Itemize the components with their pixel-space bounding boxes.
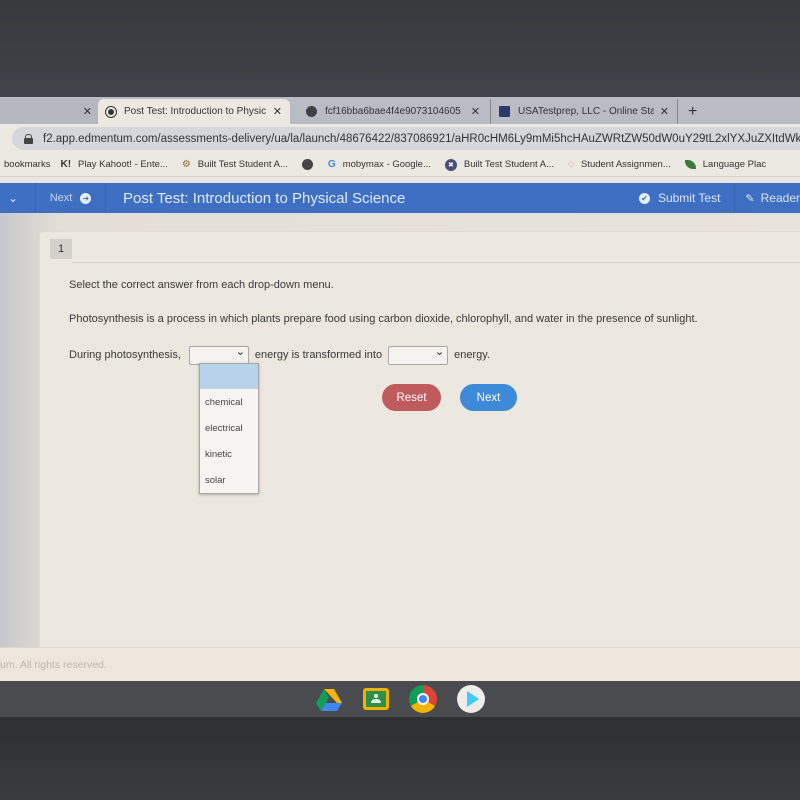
bookmark-label: Play Kahoot! - Ente... (78, 159, 168, 170)
check-circle-icon: ✔ (638, 192, 650, 204)
close-tab-icon[interactable]: ✕ (273, 105, 282, 118)
bookmark-label: bookmarks (4, 159, 51, 170)
question-instruction: Select the correct answer from each drop… (69, 279, 334, 291)
google-play-icon[interactable] (457, 685, 485, 713)
google-chrome-icon[interactable] (409, 685, 437, 713)
energy-source-dropdown[interactable] (188, 345, 249, 365)
lock-icon (24, 133, 33, 144)
header-next-button[interactable]: Next ➔ (36, 183, 106, 213)
dropdown-option[interactable]: chemical (200, 389, 258, 415)
close-tab-icon[interactable]: ✕ (471, 105, 480, 118)
footer: um. All rights reserved. (0, 647, 800, 681)
globe-icon (301, 159, 313, 170)
close-tab-icon[interactable]: ✕ (83, 105, 92, 118)
drive-logo (316, 689, 342, 711)
edmentum-icon (106, 106, 116, 117)
bookmark-label: mobymax - Google... (342, 159, 431, 170)
close-circle-icon: ✖ (444, 158, 457, 171)
bookmark-item[interactable]: ◌ Student Assignmen... (568, 159, 671, 170)
bookmark-item[interactable] (301, 159, 320, 170)
question-sentence: During photosynthesis, energy is transfo… (69, 344, 800, 366)
usatestprep-icon (499, 106, 510, 117)
chevron-down-icon: ⌄ (8, 191, 19, 205)
page-title: Post Test: Introduction to Physical Scie… (123, 189, 406, 207)
figure-icon: ⚙ (181, 159, 191, 170)
bookmark-item[interactable]: Language Plac (684, 159, 767, 170)
wrench-icon: ✎ (745, 192, 755, 205)
bookmark-label: Language Plac (702, 159, 767, 170)
submit-label: Submit Test (657, 191, 721, 205)
dropdown-options-list: chemical electrical kinetic solar (199, 363, 259, 494)
browser-tab[interactable]: fcf16bba6bae4f4e9073104605 ✕ (298, 99, 488, 124)
reader-button[interactable]: ✎ Reader (735, 183, 800, 213)
dropdown-option-blank[interactable] (200, 364, 258, 389)
bookmark-item[interactable]: ✖ Built Test Student A... (444, 158, 555, 171)
sentence-text: energy. (454, 349, 490, 361)
play-triangle (466, 691, 479, 707)
dropdown-option[interactable]: electrical (200, 415, 258, 441)
reader-label: Reader (760, 191, 800, 205)
new-tab-button[interactable]: + (688, 99, 697, 124)
arrow-right-circle-icon: ➔ (80, 192, 92, 204)
sentence-text: During photosynthesis, (69, 349, 181, 361)
address-bar[interactable]: f2.app.edmentum.com/assessments-delivery… (12, 127, 800, 150)
next-button[interactable]: Next (460, 384, 517, 411)
menu-toggle-button[interactable]: ⌄ (0, 183, 36, 213)
google-icon: G (327, 159, 336, 170)
energy-result-dropdown[interactable] (388, 345, 449, 365)
bookmark-item[interactable]: G mobymax - Google... (328, 159, 431, 170)
monitor-bezel-bottom (0, 717, 800, 800)
globe-icon (306, 106, 317, 117)
bookmark-item[interactable]: K! Play Kahoot! - Ente... (60, 159, 167, 170)
dropdown-option[interactable]: solar (200, 467, 258, 493)
bookmark-label: Built Test Student A... (197, 159, 288, 170)
leaf-icon (684, 160, 696, 169)
bookmarks-bar: bookmarks K! Play Kahoot! - Ente... ⚙ Bu… (0, 153, 800, 177)
bookmark-item[interactable]: ⚙ Built Test Student A... (182, 159, 288, 170)
reset-button[interactable]: Reset (382, 384, 441, 411)
browser-tab-strip: ✕ Post Test: Introduction to Physic ✕ fc… (0, 97, 800, 124)
bookmark-label: Built Test Student A... (463, 159, 555, 170)
question-passage: Photosynthesis is a process in which pla… (69, 313, 698, 325)
url-text: f2.app.edmentum.com/assessments-delivery… (43, 132, 800, 145)
monitor-bezel-top (0, 0, 800, 97)
question-card (39, 231, 800, 661)
screen: ✕ Post Test: Introduction to Physic ✕ fc… (0, 97, 800, 717)
assessment-header: ⌄ Next ➔ Post Test: Introduction to Phys… (0, 183, 800, 213)
spinner-icon: ◌ (568, 159, 574, 170)
close-tab-icon[interactable]: ✕ (660, 105, 669, 118)
kahoot-icon: K! (60, 159, 72, 170)
divider (72, 262, 800, 263)
browser-tab[interactable]: ✕ (0, 99, 98, 124)
tab-title: fcf16bba6bae4f4e9073104605 (325, 106, 461, 117)
bookmark-label: Student Assignmen... (580, 159, 671, 170)
submit-test-button[interactable]: ✔ Submit Test (625, 183, 736, 213)
next-label: Next (49, 192, 73, 204)
tab-title: USATestprep, LLC - Online State-S (518, 106, 654, 117)
classroom-board (366, 691, 386, 707)
browser-tab-active[interactable]: Post Test: Introduction to Physic ✕ (98, 99, 290, 124)
google-drive-icon[interactable] (315, 685, 343, 713)
copyright-text: um. All rights reserved. (0, 658, 107, 671)
browser-tab[interactable]: USATestprep, LLC - Online State-S ✕ (490, 99, 678, 124)
dropdown-option[interactable]: kinetic (200, 441, 258, 467)
google-classroom-icon[interactable] (363, 688, 389, 710)
os-shelf (0, 681, 800, 717)
tab-title: Post Test: Introduction to Physic (124, 106, 267, 117)
question-number: 1 (50, 239, 72, 259)
sentence-text: energy is transformed into (254, 349, 383, 361)
bookmark-folder[interactable]: bookmarks (4, 159, 50, 170)
browser-toolbar: f2.app.edmentum.com/assessments-delivery… (0, 124, 800, 153)
